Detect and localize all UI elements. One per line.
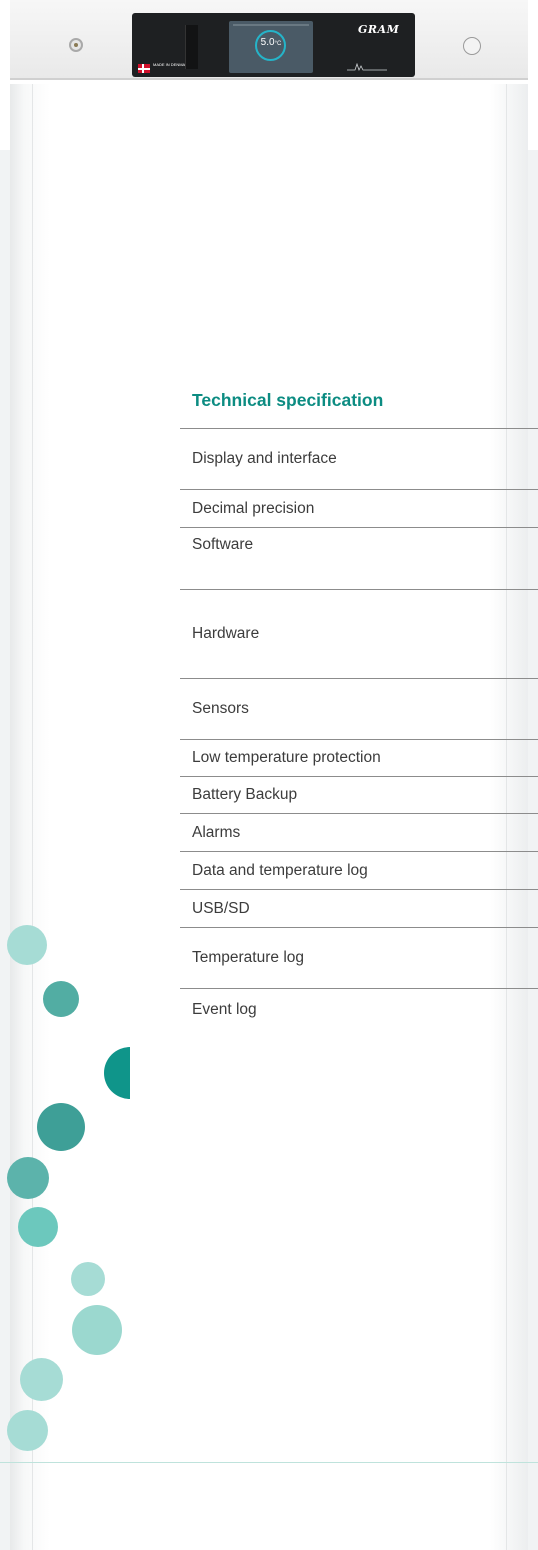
spec-row: Low temperature protection [180,739,538,776]
spec-row-label: Display and interface [192,450,337,467]
spec-row-label: Software [192,535,254,553]
spec-row: Decimal precision [180,489,538,527]
spec-row-label: Event log [192,1001,257,1018]
waveform-icon [347,63,387,71]
spec-row: Sensors [180,678,538,739]
touch-display: 5.0°C [229,21,313,73]
spec-row: Data and temperature log [180,851,538,889]
decorative-circle [43,981,79,1017]
spec-row-label: Decimal precision [192,499,315,517]
brand-logo: GRAM [358,23,400,36]
spec-row: Display and interface [180,428,538,489]
spec-row-label: USB/SD [192,899,250,917]
usb-slot [185,25,198,69]
spec-title: Technical specification [192,390,384,410]
decorative-circle [7,1410,48,1451]
spec-row: Event log [180,988,538,1044]
spec-row: Temperature log [180,927,538,988]
denmark-flag-icon [138,64,150,73]
spec-row-label: Low temperature protection [192,749,381,766]
decorative-circle [20,1358,63,1401]
spec-row-label: Alarms [192,823,241,841]
display-unit: °C [274,41,282,47]
spec-row-label: Battery Backup [192,786,298,803]
spec-row-label: Temperature log [192,949,305,966]
control-panel: MADE IN DENMARK 5.0°C GRAM [132,13,415,77]
spec-row-label: Sensors [192,700,249,717]
light-button-icon [463,37,481,55]
spec-row-label: Data and temperature log [192,861,368,879]
decorative-circle [7,925,47,965]
lock-icon [69,38,83,52]
footer-divider [0,1462,538,1463]
spec-row: Hardware [180,589,538,678]
spec-row: Battery Backup [180,776,538,813]
decorative-circle [72,1305,122,1355]
decorative-circle [7,1157,49,1199]
decorative-circle [71,1262,105,1296]
decorative-circle [18,1207,58,1247]
display-temperature: 5.0 [260,37,275,48]
decorative-circle [37,1103,85,1151]
fridge-top-panel: MADE IN DENMARK 5.0°C GRAM [10,0,528,80]
spec-row-label: Hardware [192,625,260,642]
spec-row: Alarms [180,813,538,851]
spec-row: USB/SD [180,889,538,927]
spec-row: Software [180,527,538,589]
